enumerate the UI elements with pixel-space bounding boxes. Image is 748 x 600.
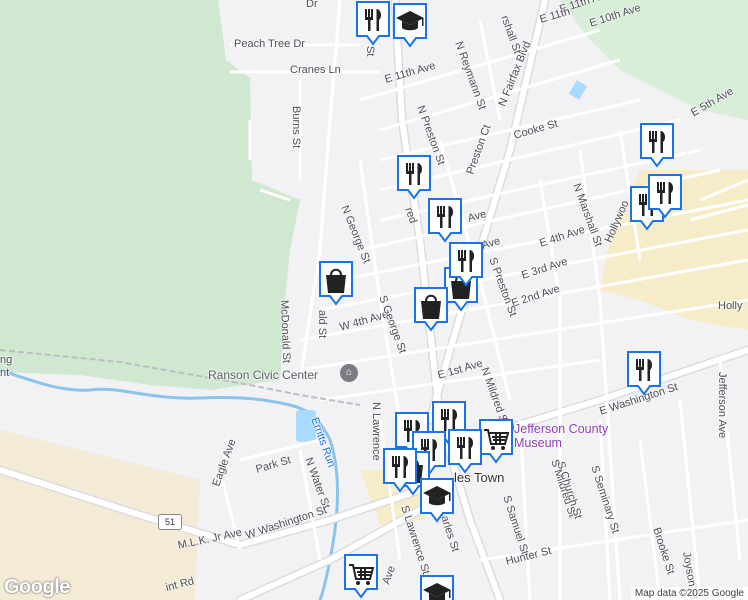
school-marker-icon[interactable] (418, 477, 456, 523)
restaurant-marker-icon[interactable] (426, 197, 464, 243)
pond-ne (568, 80, 588, 100)
street-label: McDonald St (278, 299, 293, 364)
shopping-marker-icon[interactable] (317, 260, 355, 306)
map-attribution[interactable]: Map data ©2025 Google (630, 587, 748, 600)
restaurant-marker-icon[interactable] (381, 447, 419, 493)
restaurant-marker-icon[interactable] (638, 122, 676, 168)
route-51-shield: 51 (158, 514, 182, 530)
street-label: ald St (316, 310, 328, 339)
restaurant-marker-icon[interactable] (625, 350, 663, 396)
poi-label-ranson-civic-center[interactable]: Ranson Civic Center (208, 368, 318, 382)
street-label: Cranes Ln (290, 64, 341, 76)
restaurant-marker-icon[interactable] (395, 154, 433, 200)
map-base (0, 0, 748, 600)
grocery-marker-icon[interactable] (342, 553, 380, 599)
google-logo: Google (4, 576, 70, 598)
school-marker-icon[interactable] (391, 2, 429, 48)
school-marker-icon[interactable] (418, 574, 456, 600)
poi-label-jefferson-county-museum[interactable]: Jefferson County Museum (514, 422, 634, 450)
street-label: Burns St (290, 106, 302, 149)
street-label: ng (0, 354, 13, 366)
restaurant-marker-icon[interactable] (354, 0, 392, 46)
shopping-marker-icon[interactable] (412, 286, 450, 332)
street-label: nt (0, 367, 10, 379)
restaurant-marker-icon[interactable] (447, 241, 485, 287)
park-area (0, 0, 300, 390)
street-label: Dr (306, 0, 318, 10)
restaurant-marker-icon[interactable] (446, 428, 484, 474)
street-label: Holly (718, 300, 743, 312)
street-label: Peach Tree Dr (234, 38, 305, 50)
restaurant-marker-icon[interactable] (646, 173, 684, 219)
street-label: Jefferson Ave (716, 372, 728, 439)
street-label: St (364, 46, 376, 57)
map-view[interactable]: Peach Tree Dr Cranes Ln Burns St E 11th … (0, 0, 748, 600)
civic-center-icon[interactable]: ⌂ (340, 364, 358, 382)
